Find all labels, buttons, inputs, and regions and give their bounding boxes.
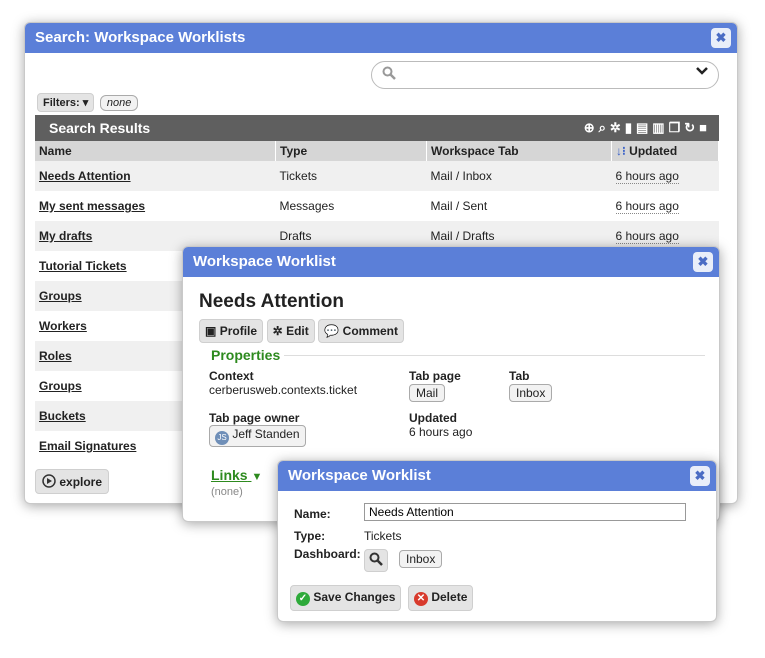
worklist-link[interactable]: Tutorial Tickets — [39, 259, 127, 273]
dashboard-chip[interactable]: Inbox — [399, 550, 443, 568]
table-row: My sent messages Messages Mail / Sent 6 hou… — [35, 191, 719, 221]
gear-icon: ✲ — [272, 324, 283, 338]
delete-x-icon: ✕ — [414, 592, 428, 606]
sort-desc-icon: ↓⁝ — [616, 144, 626, 158]
dashboard-search-button[interactable] — [364, 549, 388, 572]
links-label[interactable]: Links — [211, 467, 251, 483]
column-header-type[interactable]: Type — [275, 141, 427, 161]
row-tab: Mail / Inbox — [426, 161, 612, 191]
select-all-icon[interactable]: ■ — [699, 120, 711, 135]
chart-icon[interactable]: ▮ — [625, 120, 636, 135]
checkmark-icon: ✓ — [296, 592, 310, 606]
dashboard-label: Dashboard: — [294, 547, 361, 561]
worklist-heading: Needs Attention — [199, 291, 344, 312]
gear-icon[interactable]: ✲ — [610, 120, 625, 135]
worklist-link[interactable]: Roles — [39, 349, 72, 363]
context-value: cerberusweb.contexts.ticket — [209, 383, 358, 397]
context-label: Context — [209, 369, 254, 383]
updated-label: Updated — [409, 411, 457, 425]
import-icon[interactable]: ▥ — [652, 120, 668, 135]
edit-worklist-dialog: Workspace Worklist ✖ Name: Type: Tickets… — [277, 460, 717, 622]
row-updated: 6 hours ago — [615, 169, 679, 184]
name-input[interactable] — [364, 503, 686, 521]
search-dialog-titlebar[interactable]: Search: Workspace Worklists ✖ — [25, 23, 737, 53]
copy-icon[interactable]: ❐ — [669, 120, 685, 135]
chevron-down-icon[interactable]: ▼ — [251, 471, 262, 483]
chevron-down-icon[interactable] — [696, 64, 708, 82]
table-row: Needs Attention Tickets Mail / Inbox 6 hour… — [35, 161, 719, 191]
column-header-updated[interactable]: ↓⁝ Updated — [611, 141, 719, 161]
tab-page-chip[interactable]: Mail — [409, 384, 446, 402]
close-icon[interactable]: ✖ — [711, 28, 731, 48]
worklist-link[interactable]: Groups — [39, 289, 82, 303]
worklist-link[interactable]: My sent messages — [39, 199, 145, 213]
filters-button[interactable]: Filters: ▾ — [37, 93, 95, 112]
row-type: Messages — [279, 199, 335, 213]
worklist-link[interactable]: Groups — [39, 379, 82, 393]
results-title: Search Results — [49, 120, 151, 136]
column-header-name[interactable]: Name — [35, 141, 276, 161]
tab-page-label: Tab page — [409, 369, 461, 383]
search-icon[interactable]: ⌕ — [599, 120, 610, 135]
close-icon[interactable]: ✖ — [690, 466, 710, 486]
profile-button[interactable]: ▣ Profile — [199, 319, 264, 343]
row-updated: 6 hours ago — [615, 199, 679, 214]
worklist-link[interactable]: My drafts — [39, 229, 92, 243]
tab-chip[interactable]: Inbox — [509, 384, 553, 402]
worklist-link[interactable]: Workers — [39, 319, 87, 333]
row-type: Tickets — [275, 161, 427, 191]
tab-label: Tab — [509, 369, 530, 383]
name-label: Name: — [294, 507, 331, 521]
updated-value: 6 hours ago — [409, 425, 473, 439]
type-label: Type: — [294, 529, 326, 543]
filter-value[interactable]: none — [99, 95, 139, 111]
refresh-icon[interactable]: ↻ — [684, 120, 699, 135]
explore-button[interactable]: explore — [35, 469, 110, 494]
edit-dialog-titlebar[interactable]: Workspace Worklist ✖ — [278, 461, 716, 491]
owner-label: Tab page owner — [209, 411, 300, 425]
comment-button[interactable]: 💬 Comment — [318, 319, 404, 343]
search-dialog-title: Search: Workspace Worklists — [35, 29, 246, 46]
row-tab: Mail / Sent — [430, 199, 488, 213]
magnifier-icon — [382, 66, 396, 83]
column-header-tab[interactable]: Workspace Tab — [426, 141, 612, 161]
worklist-link[interactable]: Needs Attention — [39, 169, 131, 183]
owner-chip[interactable]: JS Jeff Standen — [209, 425, 306, 447]
worklist-dialog-title: Workspace Worklist — [193, 253, 336, 270]
properties-label: Properties — [211, 347, 285, 363]
close-icon[interactable]: ✖ — [693, 252, 713, 272]
search-input[interactable] — [371, 61, 719, 89]
play-icon — [42, 474, 59, 489]
edit-dialog-title: Workspace Worklist — [288, 467, 431, 484]
comment-icon: 💬 — [324, 324, 340, 338]
type-value: Tickets — [364, 529, 402, 543]
worklist-link[interactable]: Buckets — [39, 409, 86, 423]
delete-button[interactable]: ✕ Delete — [408, 585, 474, 611]
add-icon[interactable]: ⊕ — [584, 120, 599, 135]
export-icon[interactable]: ▤ — [636, 120, 652, 135]
results-header: Search Results ⊕⌕✲▮▤▥❐↻■ — [35, 115, 719, 141]
worklist-dialog-titlebar[interactable]: Workspace Worklist ✖ — [183, 247, 719, 277]
profile-card-icon: ▣ — [205, 324, 217, 338]
worklist-link[interactable]: Email Signatures — [39, 439, 136, 453]
avatar: JS — [215, 431, 229, 445]
save-changes-button[interactable]: ✓ Save Changes — [290, 585, 402, 611]
magnifier-icon — [369, 552, 383, 569]
row-updated: 6 hours ago — [615, 229, 679, 244]
links-value: (none) — [211, 486, 243, 498]
toolbar: ⊕⌕✲▮▤▥❐↻■ — [584, 115, 711, 141]
edit-button[interactable]: ✲ Edit — [266, 319, 315, 343]
